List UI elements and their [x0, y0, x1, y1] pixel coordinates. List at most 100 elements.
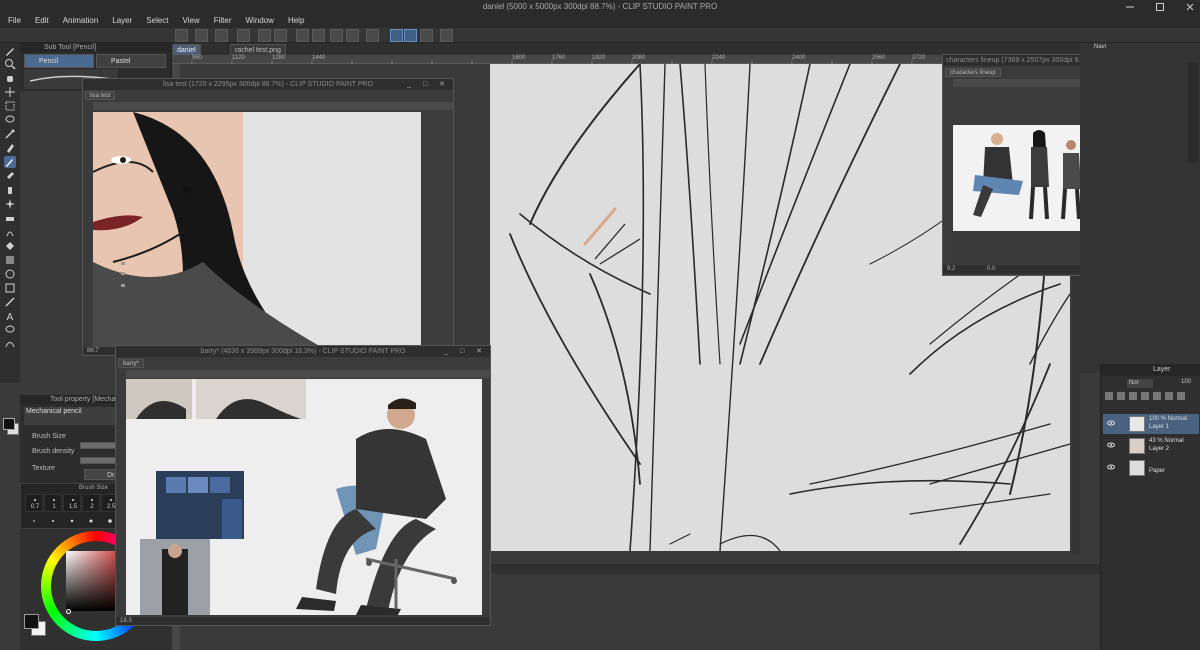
open-button[interactable] [195, 29, 208, 42]
sub-tool-tabs: Pencil Pastel [24, 54, 168, 68]
color-picker-cursor[interactable] [66, 609, 71, 614]
fill-icon[interactable] [4, 240, 16, 252]
transform-button[interactable] [330, 29, 343, 42]
text-icon[interactable]: A [4, 310, 16, 322]
menu-help[interactable]: Help [288, 14, 304, 28]
snap-ruler-button[interactable] [390, 29, 403, 42]
main-color-swatch[interactable] [24, 614, 39, 629]
eye-icon[interactable] [1107, 442, 1115, 448]
menu-animation[interactable]: Animation [63, 14, 99, 28]
lock-icon[interactable] [1129, 392, 1137, 400]
menu-layer[interactable]: Layer [112, 14, 132, 28]
airbrush-icon[interactable] [4, 184, 16, 196]
layer-name: Layer 2 [1149, 446, 1170, 452]
eye-icon[interactable] [1107, 420, 1115, 426]
frame-icon[interactable] [4, 282, 16, 294]
snap-special-ruler-button[interactable] [404, 29, 417, 42]
decoration-icon[interactable] [4, 198, 16, 210]
brush-size-cell[interactable]: 2 [82, 494, 100, 512]
new-folder-icon[interactable] [1117, 392, 1125, 400]
export-button[interactable] [237, 29, 250, 42]
balloon-icon[interactable] [4, 324, 16, 336]
barry-canvas[interactable] [126, 379, 482, 615]
brush-size-cell[interactable]: 1 [44, 494, 62, 512]
lasso-icon[interactable] [4, 114, 16, 126]
pen-icon[interactable] [4, 45, 16, 57]
menu-filter[interactable]: Filter [214, 14, 232, 28]
select-icon[interactable] [4, 100, 16, 112]
layer-row-2[interactable]: 43 % Normal Layer 2 [1103, 436, 1199, 456]
lisa-canvas[interactable] [93, 112, 421, 348]
invert-selection-button[interactable] [366, 29, 379, 42]
hand-icon[interactable] [4, 72, 16, 84]
blend-icon[interactable] [4, 226, 16, 238]
brush-size-value: 0.7 [30, 504, 40, 510]
brush-size-cell[interactable]: 0.7 [25, 494, 43, 512]
ruler-label: 1280 [272, 55, 286, 61]
figure-icon[interactable] [4, 268, 16, 280]
window-tab[interactable]: barry* [118, 359, 145, 368]
snap-grid-button[interactable] [420, 29, 433, 42]
tab-rachel[interactable]: rachel test.png [230, 44, 286, 55]
menu-edit[interactable]: Edit [35, 14, 49, 28]
gradient-icon[interactable] [4, 254, 16, 266]
close-icon[interactable] [1184, 1, 1196, 13]
layer-opacity-value[interactable]: 100 [1181, 379, 1191, 385]
window-tab[interactable]: lisa test [85, 91, 116, 100]
move-icon[interactable] [4, 86, 16, 98]
trash-icon[interactable] [1177, 392, 1185, 400]
clip-icon[interactable] [1153, 392, 1161, 400]
window-buttons[interactable]: _ □ ✕ [407, 79, 450, 90]
maximize-icon[interactable] [1154, 1, 1166, 13]
new-canvas-button[interactable] [175, 29, 188, 42]
save-button[interactable] [215, 29, 228, 42]
layer-row-1[interactable]: 100 % Normal Layer 1 [1103, 414, 1199, 434]
main-sub-colors[interactable] [24, 614, 46, 636]
eye-icon[interactable] [1107, 464, 1115, 470]
brush-size-value: 2 [90, 504, 94, 510]
eraser-icon[interactable] [4, 212, 16, 224]
minimize-icon[interactable] [1124, 1, 1136, 13]
mask-icon[interactable] [1141, 392, 1149, 400]
brush-size-cell[interactable]: 1.5 [63, 494, 81, 512]
menu-file[interactable]: File [8, 14, 21, 28]
main-color-chip[interactable] [3, 418, 15, 430]
pen-tool-icon[interactable] [4, 142, 16, 154]
menu-select[interactable]: Select [146, 14, 168, 28]
new-layer-icon[interactable] [1105, 392, 1113, 400]
window-status: 18.3 [116, 617, 490, 625]
redo-button[interactable] [274, 29, 287, 42]
ruler-label: 2400 [792, 55, 806, 61]
window-tab-label: lisa test [90, 93, 111, 99]
clear-button[interactable] [296, 29, 309, 42]
ruler-label: 2240 [712, 55, 726, 61]
zoom-icon[interactable] [4, 58, 16, 70]
menu-window[interactable]: Window [246, 14, 274, 28]
deselect-button[interactable] [346, 29, 359, 42]
tab-label: daniel [177, 47, 196, 54]
menu-view[interactable]: View [183, 14, 200, 28]
saturation-value-square[interactable] [66, 551, 122, 611]
layer-row-paper[interactable]: Paper [1103, 458, 1199, 478]
tab-daniel[interactable]: daniel [172, 44, 201, 55]
layer-info: 100 % Normal [1149, 416, 1188, 422]
pencil-icon[interactable] [4, 156, 16, 168]
ruler-edit-button[interactable] [440, 29, 453, 42]
window-controls [1124, 1, 1196, 13]
correct-line-icon[interactable] [4, 338, 16, 350]
brush-icon[interactable] [4, 170, 16, 182]
toolbox-color-chips[interactable] [1, 418, 19, 436]
undo-button[interactable] [258, 29, 271, 42]
blend-mode-select[interactable]: Nor [1127, 379, 1153, 388]
window-buttons[interactable]: _ □ ✕ [444, 346, 487, 357]
subtool-tab-pencil[interactable]: Pencil [24, 54, 94, 68]
fill-button[interactable] [312, 29, 325, 42]
navigator-tab[interactable]: Navi [1094, 44, 1106, 50]
ruler-icon[interactable] [4, 296, 16, 308]
reference-icon[interactable] [1165, 392, 1173, 400]
eyedropper-icon[interactable] [4, 128, 16, 140]
window-tab[interactable]: characters lineup [945, 68, 1001, 77]
window-barry: barry* (4836 x 3989px 300dpi 18.3%) - CL… [115, 345, 491, 626]
layer-toolbar [1105, 392, 1197, 402]
subtool-tab-pastel[interactable]: Pastel [96, 54, 166, 68]
